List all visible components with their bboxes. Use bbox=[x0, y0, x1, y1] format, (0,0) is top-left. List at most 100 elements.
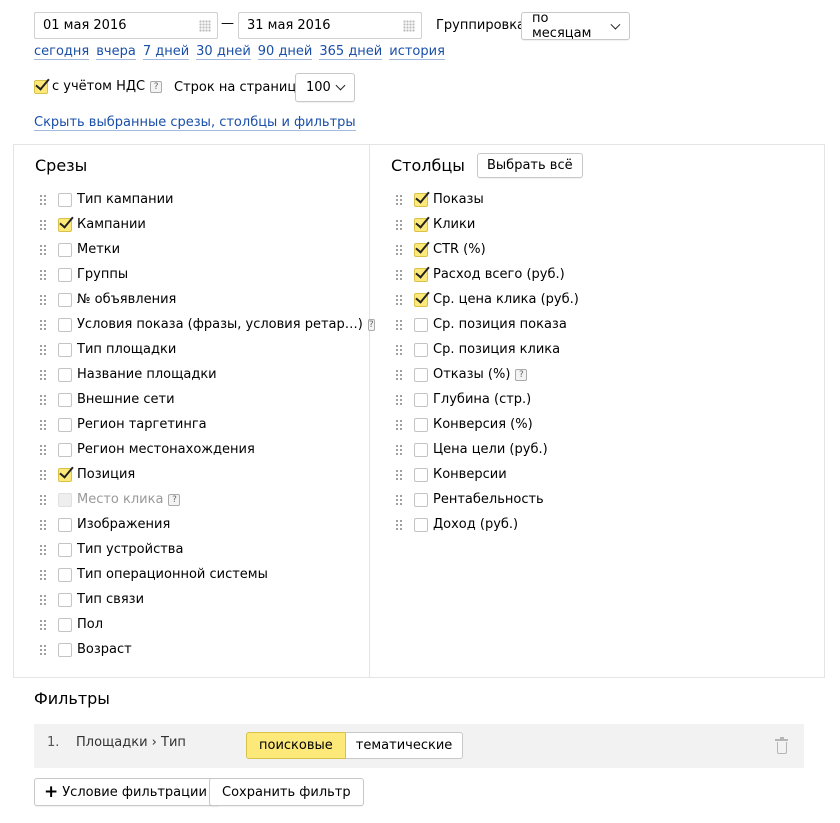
filter-option-search[interactable]: поисковые bbox=[246, 732, 346, 759]
drag-handle-icon[interactable] bbox=[39, 618, 47, 631]
help-icon[interactable]: ? bbox=[168, 493, 181, 506]
slices-item[interactable]: Кампании bbox=[39, 212, 364, 237]
columns-item[interactable]: Глубина (стр.) bbox=[395, 387, 815, 412]
drag-handle-icon[interactable] bbox=[39, 518, 47, 531]
columns-item[interactable]: Ср. цена клика (руб.) bbox=[395, 287, 815, 312]
drag-handle-icon[interactable] bbox=[39, 568, 47, 581]
slices-item-checkbox[interactable] bbox=[58, 592, 72, 607]
hide-settings-link[interactable]: Скрыть выбранные срезы, столбцы и фильтр… bbox=[34, 116, 356, 131]
slices-item[interactable]: Группы bbox=[39, 262, 364, 287]
slices-item-checkbox[interactable] bbox=[58, 192, 72, 207]
drag-handle-icon[interactable] bbox=[39, 218, 47, 231]
columns-item[interactable]: Конверсии bbox=[395, 462, 815, 487]
slices-item[interactable]: Пол bbox=[39, 612, 364, 637]
vat-checkbox[interactable] bbox=[34, 79, 48, 94]
period-history-link[interactable]: история bbox=[389, 45, 445, 60]
drag-handle-icon[interactable] bbox=[395, 468, 403, 481]
drag-handle-icon[interactable] bbox=[395, 218, 403, 231]
columns-item-checkbox[interactable] bbox=[414, 442, 428, 457]
slices-item[interactable]: Условия показа (фразы, условия ретар…)? bbox=[39, 312, 375, 337]
drag-handle-icon[interactable] bbox=[39, 643, 47, 656]
columns-item[interactable]: Конверсия (%) bbox=[395, 412, 815, 437]
add-condition-button[interactable]: + Условие фильтрации bbox=[34, 778, 220, 806]
select-all-button[interactable]: Выбрать всё bbox=[477, 153, 583, 178]
slices-item-checkbox[interactable] bbox=[58, 392, 72, 407]
help-icon[interactable]: ? bbox=[150, 80, 163, 93]
date-from-input[interactable]: 01 мая 2016 bbox=[34, 12, 218, 39]
period-365-days-link[interactable]: 365 дней bbox=[319, 45, 383, 60]
drag-handle-icon[interactable] bbox=[39, 343, 47, 356]
slices-item[interactable]: Тип площадки bbox=[39, 337, 364, 362]
slices-item-checkbox[interactable] bbox=[58, 267, 72, 282]
help-icon[interactable]: ? bbox=[367, 318, 375, 331]
drag-handle-icon[interactable] bbox=[395, 443, 403, 456]
columns-item[interactable]: Цена цели (руб.) bbox=[395, 437, 815, 462]
drag-handle-icon[interactable] bbox=[395, 318, 403, 331]
columns-item[interactable]: Доход (руб.) bbox=[395, 512, 815, 537]
slices-item-checkbox[interactable] bbox=[58, 542, 72, 557]
slices-item-checkbox[interactable] bbox=[58, 367, 72, 382]
slices-item[interactable]: Регион таргетинга bbox=[39, 412, 364, 437]
trash-icon[interactable] bbox=[775, 737, 788, 754]
columns-item[interactable]: Ср. позиция клика bbox=[395, 337, 815, 362]
slices-item-checkbox[interactable] bbox=[58, 417, 72, 432]
drag-handle-icon[interactable] bbox=[395, 343, 403, 356]
columns-item-checkbox[interactable] bbox=[414, 242, 428, 257]
drag-handle-icon[interactable] bbox=[39, 193, 47, 206]
slices-item-checkbox[interactable] bbox=[58, 517, 72, 532]
period-30-days-link[interactable]: 30 дней bbox=[196, 45, 251, 60]
period-yesterday-link[interactable]: вчера bbox=[96, 45, 136, 60]
slices-item-checkbox[interactable] bbox=[58, 642, 72, 657]
filter-option-thematic[interactable]: тематические bbox=[345, 732, 464, 759]
slices-item-checkbox[interactable] bbox=[58, 317, 72, 332]
drag-handle-icon[interactable] bbox=[395, 418, 403, 431]
drag-handle-icon[interactable] bbox=[395, 268, 403, 281]
columns-item[interactable]: Клики bbox=[395, 212, 815, 237]
columns-item[interactable]: Ср. позиция показа bbox=[395, 312, 815, 337]
columns-item[interactable]: CTR (%) bbox=[395, 237, 815, 262]
slices-item[interactable]: Тип связи bbox=[39, 587, 364, 612]
columns-item-checkbox[interactable] bbox=[414, 192, 428, 207]
period-today-link[interactable]: сегодня bbox=[34, 45, 90, 60]
drag-handle-icon[interactable] bbox=[39, 268, 47, 281]
slices-item-checkbox[interactable] bbox=[58, 442, 72, 457]
drag-handle-icon[interactable] bbox=[395, 393, 403, 406]
period-7-days-link[interactable]: 7 дней bbox=[142, 45, 190, 60]
columns-item[interactable]: Рентабельность bbox=[395, 487, 815, 512]
drag-handle-icon[interactable] bbox=[39, 293, 47, 306]
drag-handle-icon[interactable] bbox=[395, 518, 403, 531]
columns-item-checkbox[interactable] bbox=[414, 417, 428, 432]
columns-item-checkbox[interactable] bbox=[414, 342, 428, 357]
drag-handle-icon[interactable] bbox=[39, 393, 47, 406]
drag-handle-icon[interactable] bbox=[395, 493, 403, 506]
slices-item[interactable]: Тип операционной системы bbox=[39, 562, 364, 587]
columns-item[interactable]: Показы bbox=[395, 187, 815, 212]
calendar-icon[interactable] bbox=[403, 20, 415, 32]
slices-item[interactable]: Изображения bbox=[39, 512, 364, 537]
save-filter-button[interactable]: Сохранить фильтр bbox=[209, 778, 364, 806]
grouping-select[interactable]: по месяцам bbox=[521, 11, 630, 41]
slices-item-checkbox[interactable] bbox=[58, 467, 72, 482]
slices-item-checkbox[interactable] bbox=[58, 617, 72, 632]
slices-item-checkbox[interactable] bbox=[58, 342, 72, 357]
slices-item[interactable]: Возраст bbox=[39, 637, 364, 662]
columns-item-checkbox[interactable] bbox=[414, 392, 428, 407]
columns-item-checkbox[interactable] bbox=[414, 517, 428, 532]
vat-option[interactable]: с учётом НДС ? bbox=[34, 79, 163, 94]
drag-handle-icon[interactable] bbox=[395, 193, 403, 206]
slices-item[interactable]: Регион местонахождения bbox=[39, 437, 364, 462]
slices-item-checkbox[interactable] bbox=[58, 567, 72, 582]
drag-handle-icon[interactable] bbox=[39, 468, 47, 481]
help-icon[interactable]: ? bbox=[515, 368, 528, 381]
drag-handle-icon[interactable] bbox=[39, 318, 47, 331]
drag-handle-icon[interactable] bbox=[39, 243, 47, 256]
drag-handle-icon[interactable] bbox=[395, 368, 403, 381]
slices-item[interactable]: Тип устройства bbox=[39, 537, 364, 562]
drag-handle-icon[interactable] bbox=[395, 243, 403, 256]
drag-handle-icon[interactable] bbox=[39, 543, 47, 556]
slices-item[interactable]: Метки bbox=[39, 237, 364, 262]
slices-item[interactable]: Внешние сети bbox=[39, 387, 364, 412]
drag-handle-icon[interactable] bbox=[39, 443, 47, 456]
columns-item[interactable]: Отказы (%)? bbox=[395, 362, 815, 387]
slices-item[interactable]: Позиция bbox=[39, 462, 364, 487]
